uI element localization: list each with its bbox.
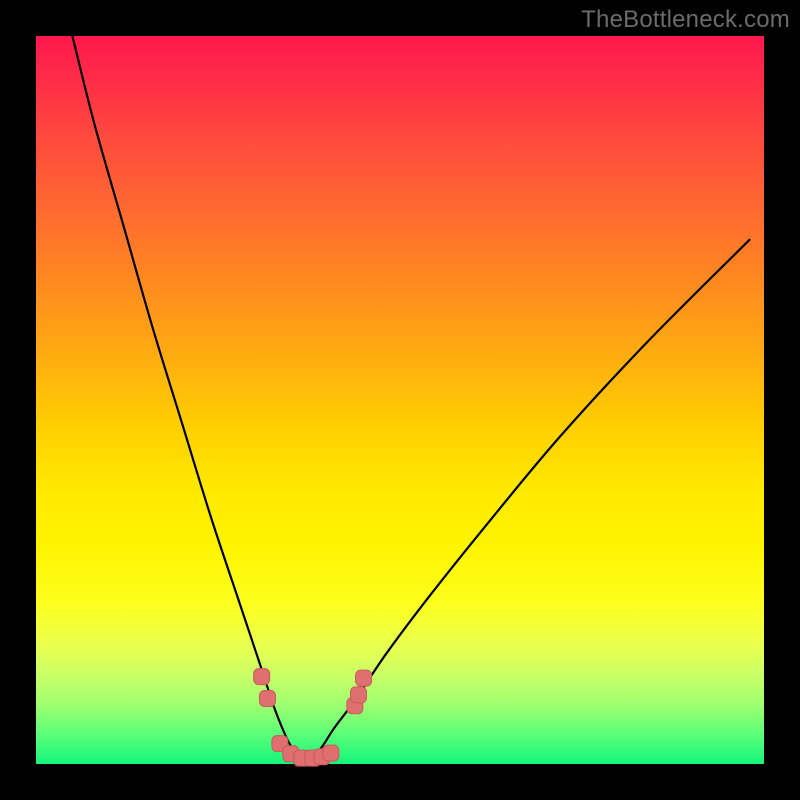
bottleneck-curve: [72, 36, 749, 760]
watermark-text: TheBottleneck.com: [581, 6, 790, 34]
marker-dot: [254, 669, 270, 685]
highlight-markers: [254, 669, 372, 767]
marker-dot: [323, 745, 339, 761]
marker-dot: [356, 670, 372, 686]
marker-dot: [351, 687, 367, 703]
curve-layer: [36, 36, 764, 764]
chart-stage: TheBottleneck.com: [0, 0, 800, 800]
plot-area: [36, 36, 764, 764]
marker-dot: [260, 690, 276, 706]
